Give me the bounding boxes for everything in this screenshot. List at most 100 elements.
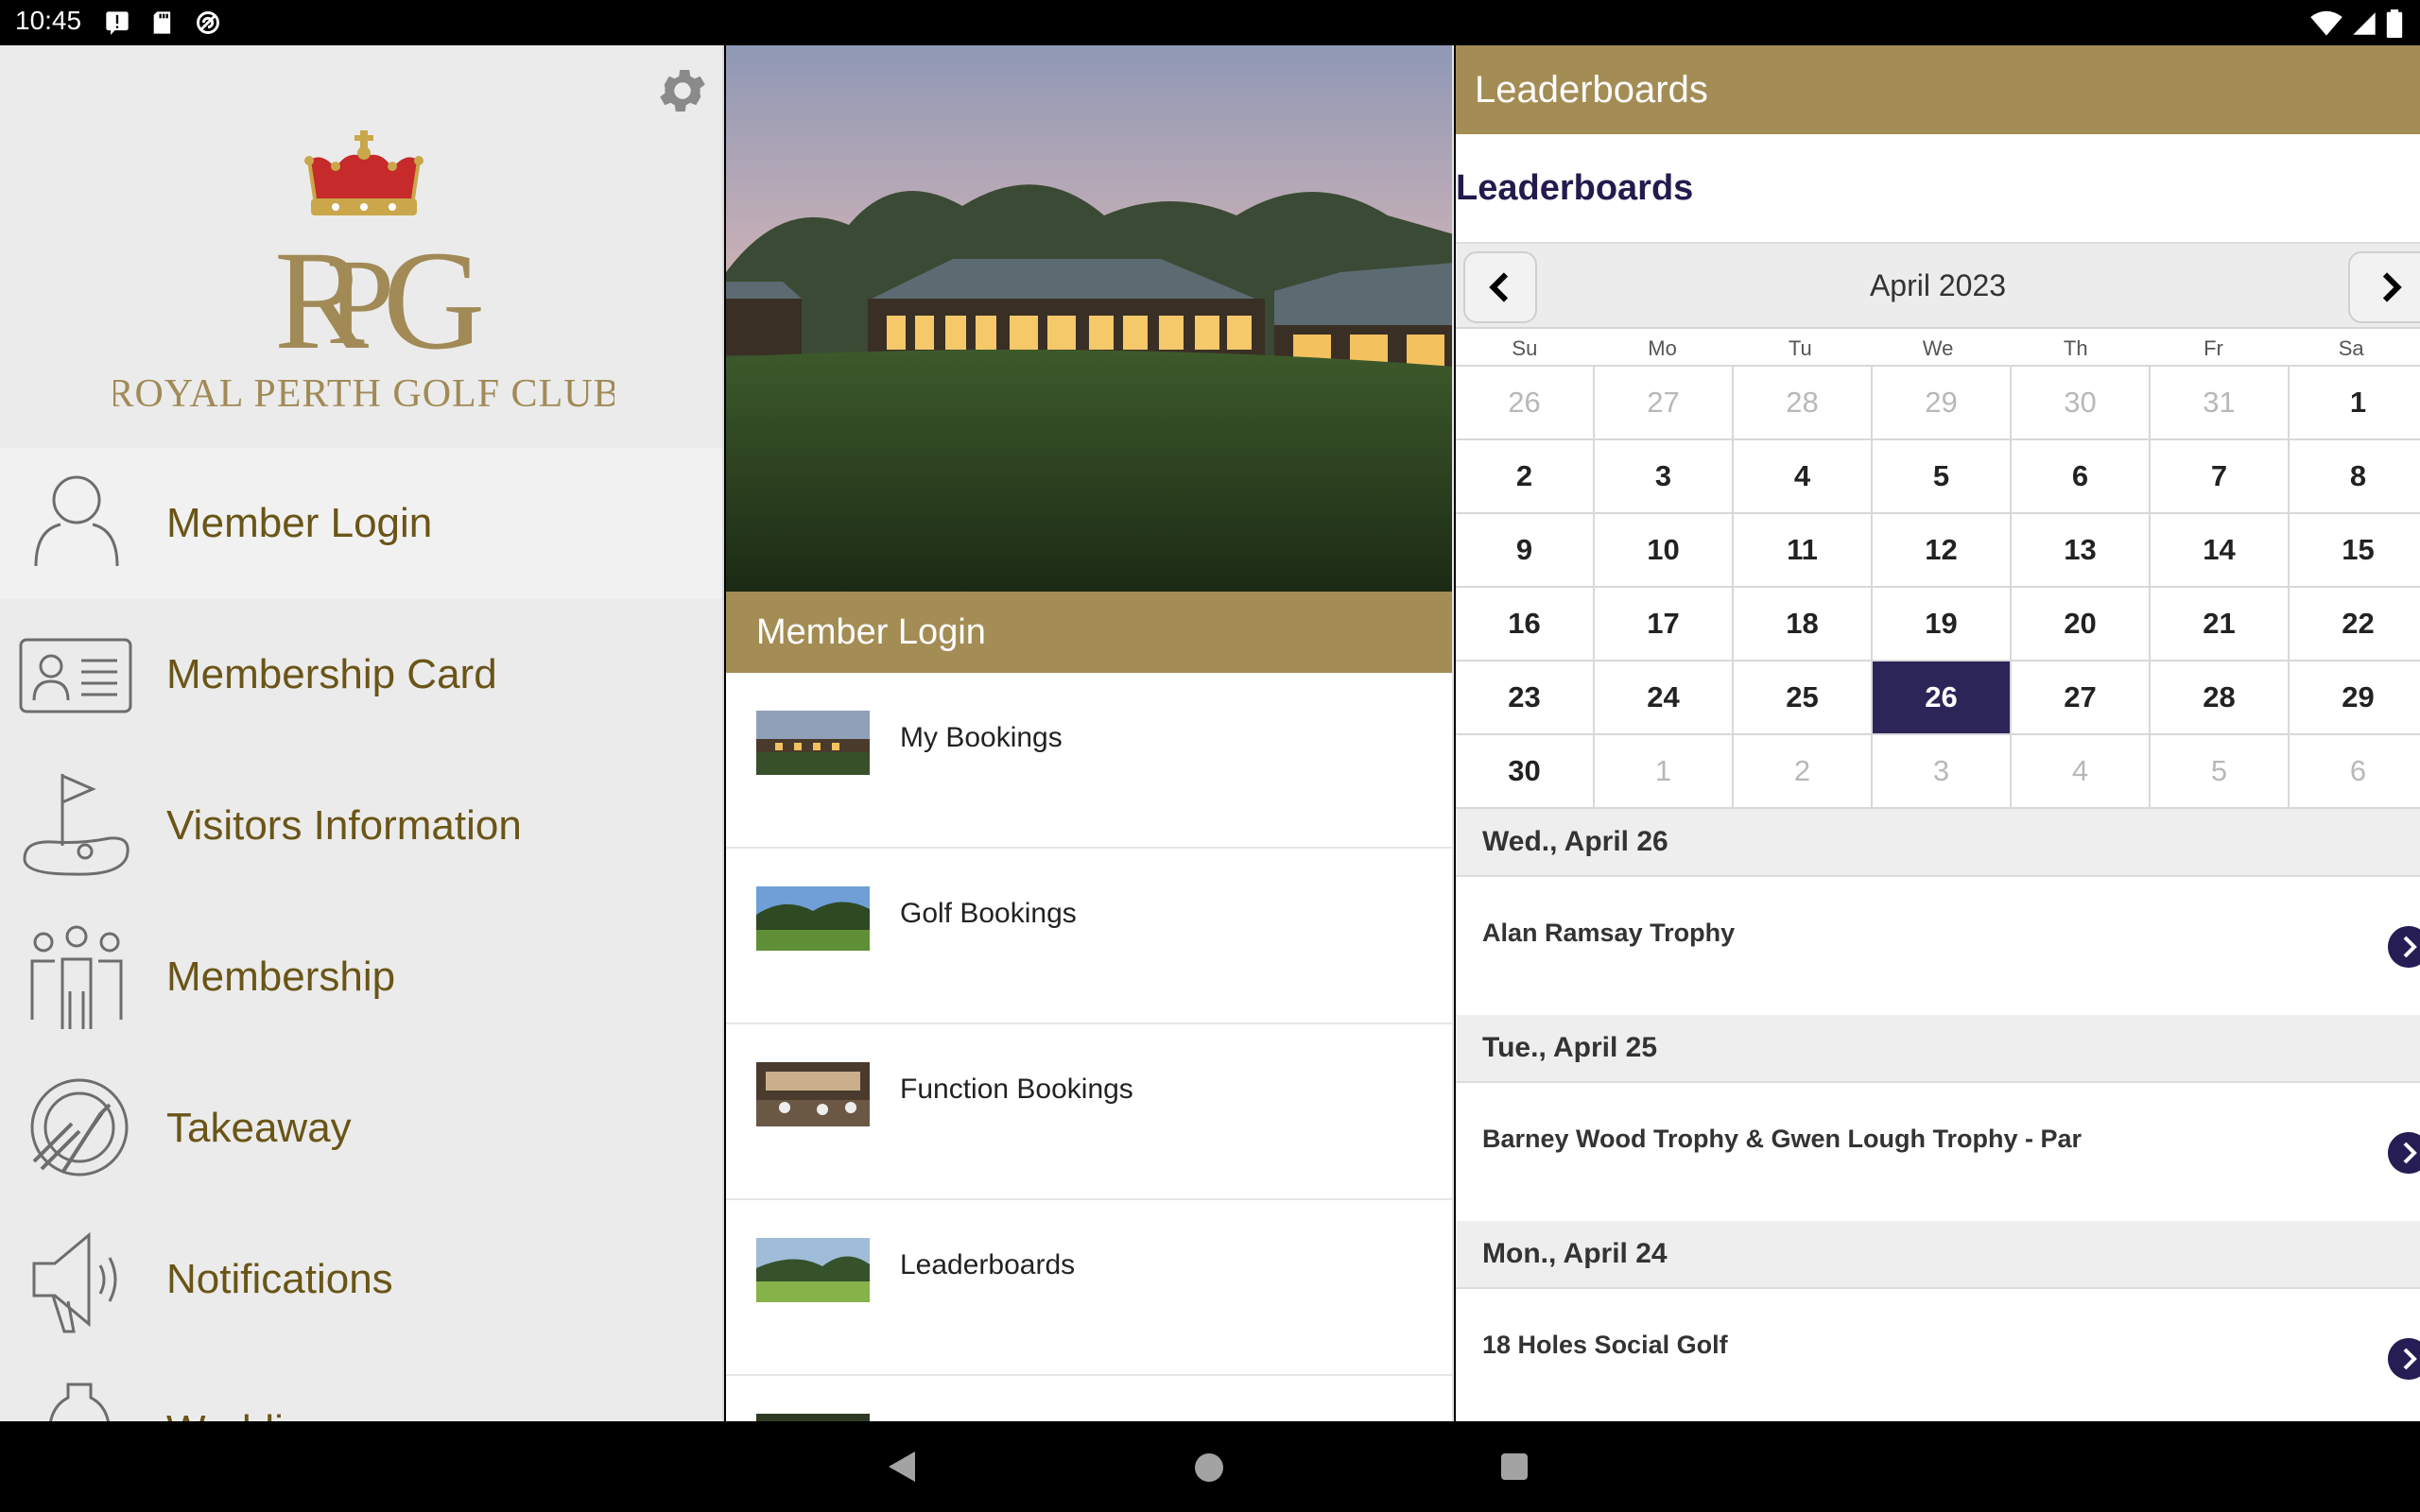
calendar-day[interactable]: 14 — [2151, 514, 2290, 588]
list-item-label: My Bookings — [900, 722, 1063, 753]
calendar-day[interactable]: 8 — [2290, 440, 2420, 514]
calendar-day[interactable]: 17 — [1595, 588, 1734, 662]
calendar-day[interactable]: 13 — [2012, 514, 2151, 588]
thumbnail-image — [756, 711, 870, 775]
sync-icon — [197, 11, 219, 34]
menu-item-weddings[interactable]: Weddi… — [0, 1355, 722, 1421]
weekday-label: Fr — [2204, 336, 2223, 360]
person-icon — [34, 475, 119, 567]
calendar-day[interactable]: 5 — [1873, 440, 2012, 514]
calendar-day[interactable]: 22 — [2290, 588, 2420, 662]
weekday-label: Mo — [1648, 336, 1677, 360]
chevron-right-circle-icon[interactable] — [2388, 1132, 2420, 1174]
calendar-day[interactable]: 25 — [1734, 662, 1873, 735]
leaderboards-header-bar: Leaderboards — [1456, 45, 2420, 134]
menu-item-notifications[interactable]: Notifications — [0, 1204, 722, 1355]
chevron-right-circle-icon[interactable] — [2388, 926, 2420, 968]
calendar-day[interactable]: 16 — [1456, 588, 1595, 662]
calendar-day[interactable]: 2 — [1456, 440, 1595, 514]
recent-apps-icon[interactable] — [1501, 1453, 1528, 1480]
calendar-day[interactable]: 28 — [2151, 662, 2290, 735]
chevron-right-circle-icon[interactable] — [2388, 1338, 2420, 1380]
calendar-day[interactable]: 3 — [1595, 440, 1734, 514]
weekday-header-row: Su Mo Tu We Th Fr Sa — [1456, 329, 2420, 365]
page-title: Leaderboards — [1456, 134, 2420, 244]
cell-signal-icon — [2353, 12, 2376, 35]
calendar-day[interactable]: 6 — [2290, 735, 2420, 809]
list-item-label: Function Bookings — [900, 1074, 1133, 1105]
calendar-day[interactable]: 26 — [1456, 367, 1595, 440]
calendar-day[interactable]: 29 — [1873, 367, 2012, 440]
weekday-label: Su — [1512, 336, 1538, 360]
menu-item-takeaway[interactable]: Takeaway — [0, 1053, 722, 1204]
back-icon[interactable] — [889, 1452, 915, 1482]
menu-label: Takeaway — [166, 1105, 352, 1151]
calendar-day[interactable]: 6 — [2012, 440, 2151, 514]
weekday-label: We — [1922, 336, 1954, 360]
list-item-label: Golf Bookings — [900, 898, 1077, 929]
calendar-day[interactable]: 30 — [2012, 367, 2151, 440]
calendar-day[interactable]: 2 — [1734, 735, 1873, 809]
drawer-header: R P G ROYAL PERTH GOLF CLUB — [0, 45, 722, 448]
calendar-day[interactable]: 9 — [1456, 514, 1595, 588]
weekday-label: Tu — [1788, 336, 1812, 360]
event-name: Alan Ramsay Trophy — [1482, 919, 1736, 947]
calendar-day[interactable]: 18 — [1734, 588, 1873, 662]
menu-item-membership[interactable]: Membership — [0, 902, 722, 1053]
list-item-golf-bookings[interactable]: Golf Bookings — [726, 849, 1452, 1024]
calendar-day[interactable]: 5 — [2151, 735, 2290, 809]
calendar-day[interactable]: 27 — [1595, 367, 1734, 440]
event-date-header: Mon., April 24 — [1456, 1221, 2420, 1289]
calendar-day[interactable]: 29 — [2290, 662, 2420, 735]
calendar-day[interactable]: 12 — [1873, 514, 2012, 588]
menu-item-member-login[interactable]: Member Login — [0, 448, 722, 599]
sd-card-icon — [153, 11, 171, 34]
menu-label: Membership Card — [166, 651, 497, 697]
calendar-day[interactable]: 3 — [1873, 735, 2012, 809]
thumbnail-image — [756, 1238, 870, 1302]
calendar-day[interactable]: 7 — [2151, 440, 2290, 514]
event-row[interactable]: Barney Wood Trophy & Gwen Lough Trophy -… — [1456, 1083, 2420, 1221]
event-row[interactable]: 18 Holes Social Golf — [1456, 1289, 2420, 1421]
calendar-day[interactable]: 19 — [1873, 588, 2012, 662]
calendar-day[interactable]: 27 — [2012, 662, 2151, 735]
calendar-day[interactable]: 28 — [1734, 367, 1873, 440]
calendar-day-selected[interactable]: 26 — [1873, 662, 2012, 735]
next-month-button[interactable] — [2348, 251, 2420, 323]
calendar-day[interactable]: 23 — [1456, 662, 1595, 735]
calendar-day[interactable]: 4 — [1734, 440, 1873, 514]
menu-label: Membership — [166, 954, 396, 1000]
calendar-day[interactable]: 24 — [1595, 662, 1734, 735]
calendar-day[interactable]: 1 — [2290, 367, 2420, 440]
settings-gear-icon[interactable] — [654, 62, 711, 119]
event-date-header: Tue., April 25 — [1456, 1015, 2420, 1083]
calendar-month-label: April 2023 — [1869, 268, 2007, 302]
home-icon[interactable] — [1195, 1453, 1223, 1482]
calendar-day[interactable]: 30 — [1456, 735, 1595, 809]
plate-cutlery-icon — [30, 1078, 129, 1177]
menu-item-visitors-information[interactable]: Visitors Information — [0, 750, 722, 902]
menu-item-membership-card[interactable]: Membership Card — [0, 599, 722, 750]
list-item-my-bookings[interactable]: My Bookings — [726, 673, 1452, 849]
alert-notification-icon — [106, 11, 129, 35]
list-item-leaderboards[interactable]: Leaderboards — [726, 1200, 1452, 1376]
calendar-day[interactable]: 1 — [1595, 735, 1734, 809]
calendar-day[interactable]: 21 — [2151, 588, 2290, 662]
system-navigation-bar — [0, 1421, 2420, 1512]
calendar-day[interactable]: 15 — [2290, 514, 2420, 588]
svg-text:ROYAL PERTH GOLF CLUB: ROYAL PERTH GOLF CLUB — [113, 372, 614, 414]
event-row[interactable]: Alan Ramsay Trophy — [1456, 877, 2420, 1015]
calendar-day[interactable]: 31 — [2151, 367, 2290, 440]
list-item-partial[interactable] — [726, 1376, 1452, 1421]
menu-label: Notifications — [166, 1256, 393, 1302]
weekday-label: Th — [2063, 336, 2088, 360]
calendar-day[interactable]: 20 — [2012, 588, 2151, 662]
status-time: 10:45 — [15, 6, 82, 35]
list-item-label: Leaderboards — [900, 1249, 1076, 1280]
member-login-panel: Member Login My Bookings Golf Bookings F… — [726, 45, 1454, 1421]
event-name: 18 Holes Social Golf — [1482, 1331, 1728, 1359]
calendar-day[interactable]: 4 — [2012, 735, 2151, 809]
calendar-day[interactable]: 11 — [1734, 514, 1873, 588]
calendar-day[interactable]: 10 — [1595, 514, 1734, 588]
list-item-function-bookings[interactable]: Function Bookings — [726, 1024, 1452, 1200]
